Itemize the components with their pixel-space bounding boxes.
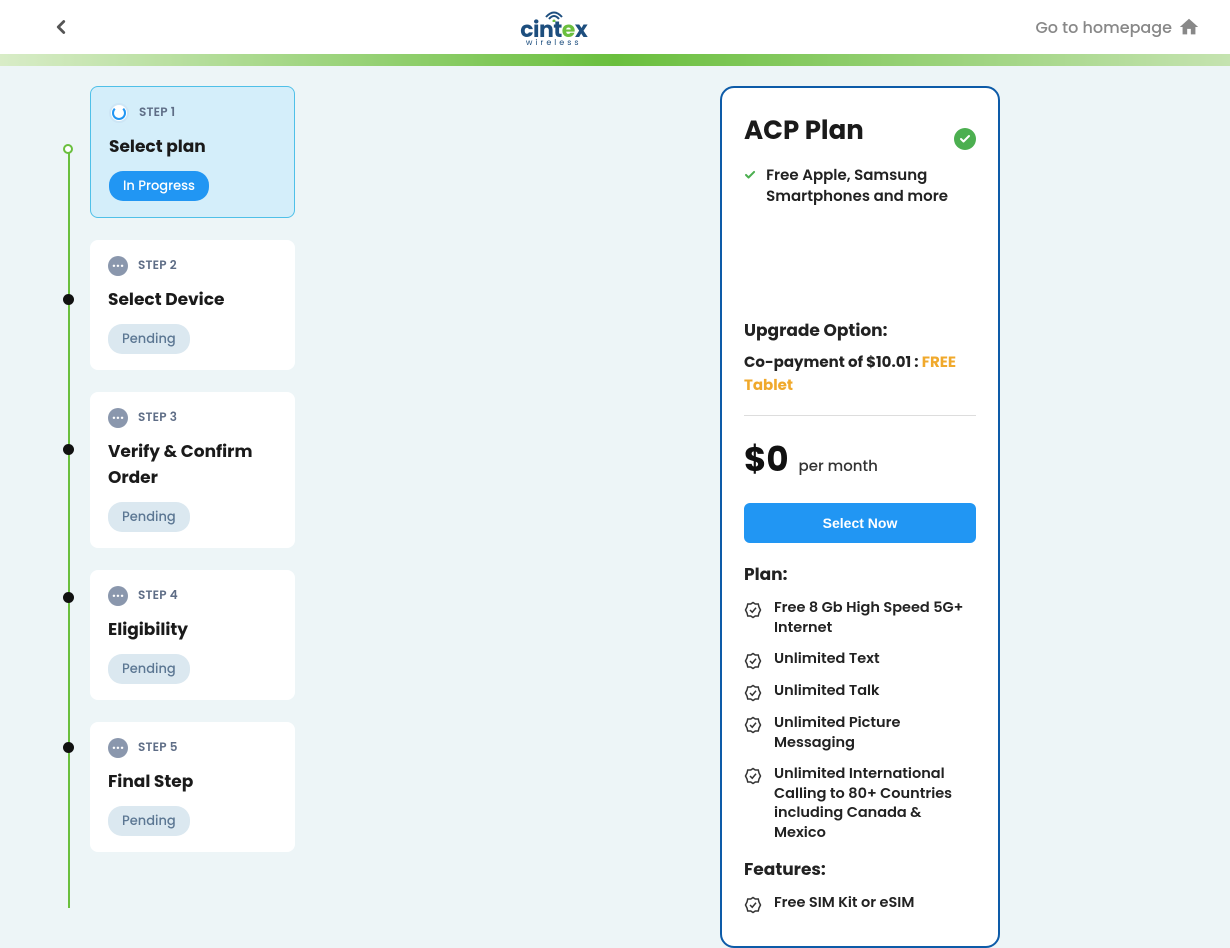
price-row: $0 per month bbox=[744, 434, 976, 485]
copay-text: Co-payment of $10.01 : FREE Tablet bbox=[744, 351, 976, 397]
status-badge: In Progress bbox=[109, 171, 209, 201]
logo: cintex wireless bbox=[520, 8, 587, 47]
list-item-text: Free 8 Gb High Speed 5G+ Internet bbox=[774, 599, 976, 638]
check-icon bbox=[744, 165, 756, 185]
list-item-text: Unlimited International Calling to 80+ C… bbox=[774, 765, 976, 843]
timeline-dot bbox=[63, 144, 73, 154]
dots-icon: ••• bbox=[108, 256, 128, 276]
plan-list-label: Plan: bbox=[744, 561, 976, 587]
list-item: Unlimited Talk bbox=[744, 682, 976, 702]
step-label: STEP 5 bbox=[138, 739, 178, 757]
status-badge: Pending bbox=[108, 324, 190, 354]
step-title: Select plan bbox=[109, 133, 276, 159]
plan-card: ACP Plan Free Apple, Samsung Smartphones… bbox=[720, 86, 1000, 948]
features-label: Features: bbox=[744, 856, 976, 882]
price-suffix: per month bbox=[799, 455, 878, 478]
list-item: Unlimited Picture Messaging bbox=[744, 714, 976, 753]
list-item: Unlimited Text bbox=[744, 650, 976, 670]
step-card-4[interactable]: ••• STEP 4 Eligibility Pending bbox=[90, 570, 295, 700]
copay-prefix: Co-payment of $10.01 : bbox=[744, 352, 922, 373]
divider bbox=[744, 415, 976, 416]
status-badge: Pending bbox=[108, 806, 190, 836]
list-item-text: Unlimited Picture Messaging bbox=[774, 714, 976, 753]
step-card-3[interactable]: ••• STEP 3 Verify & Confirm Order Pendin… bbox=[90, 392, 295, 548]
status-badge: Pending bbox=[108, 502, 190, 532]
accent-bar bbox=[0, 54, 1230, 66]
badge-check-icon bbox=[744, 767, 762, 785]
step-card-5[interactable]: ••• STEP 5 Final Step Pending bbox=[90, 722, 295, 852]
step-label: STEP 2 bbox=[138, 257, 177, 275]
step-title: Eligibility bbox=[108, 616, 277, 642]
header: cintex wireless Go to homepage bbox=[0, 0, 1230, 54]
step-title: Verify & Confirm Order bbox=[108, 438, 277, 490]
step-card-1[interactable]: STEP 1 Select plan In Progress bbox=[90, 86, 295, 218]
homepage-link-label: Go to homepage bbox=[1035, 15, 1172, 40]
step-label: STEP 1 bbox=[139, 104, 175, 122]
content: STEP 1 Select plan In Progress ••• STEP … bbox=[0, 66, 1230, 948]
badge-check-icon bbox=[744, 601, 762, 619]
dots-icon: ••• bbox=[108, 586, 128, 606]
timeline-dot bbox=[63, 592, 74, 603]
step-card-2[interactable]: ••• STEP 2 Select Device Pending bbox=[90, 240, 295, 370]
step-label: STEP 3 bbox=[138, 409, 177, 427]
list-item-text: Free SIM Kit or eSIM bbox=[774, 894, 914, 914]
badge-check-icon bbox=[744, 716, 762, 734]
badge-check-icon bbox=[744, 896, 762, 914]
selected-check-icon bbox=[954, 128, 976, 150]
plan-feature-list: Free 8 Gb High Speed 5G+ Internet Unlimi… bbox=[744, 599, 976, 844]
list-item: Unlimited International Calling to 80+ C… bbox=[744, 765, 976, 843]
badge-check-icon bbox=[744, 652, 762, 670]
dots-icon: ••• bbox=[108, 408, 128, 428]
list-item: Free 8 Gb High Speed 5G+ Internet bbox=[744, 599, 976, 638]
list-item: Free SIM Kit or eSIM bbox=[744, 894, 976, 914]
price: $0 bbox=[744, 434, 789, 485]
features-list: Free SIM Kit or eSIM bbox=[744, 894, 976, 914]
homepage-link[interactable]: Go to homepage bbox=[1035, 15, 1200, 40]
plan-title: ACP Plan bbox=[744, 112, 976, 151]
chevron-left-icon bbox=[50, 16, 72, 38]
timeline-dot bbox=[63, 444, 74, 455]
stepper: STEP 1 Select plan In Progress ••• STEP … bbox=[50, 86, 390, 948]
spinner-icon bbox=[109, 103, 129, 123]
badge-check-icon bbox=[744, 684, 762, 702]
upgrade-label: Upgrade Option: bbox=[744, 317, 976, 343]
back-button[interactable] bbox=[50, 16, 72, 38]
step-title: Final Step bbox=[108, 768, 277, 794]
status-badge: Pending bbox=[108, 654, 190, 684]
logo-subtitle: wireless bbox=[526, 39, 582, 46]
plan-column: ACP Plan Free Apple, Samsung Smartphones… bbox=[720, 86, 1000, 948]
timeline-line bbox=[68, 146, 70, 908]
select-now-button[interactable]: Select Now bbox=[744, 503, 976, 543]
step-label: STEP 4 bbox=[138, 587, 178, 605]
plan-hero-text: Free Apple, Samsung Smartphones and more bbox=[766, 165, 976, 207]
home-icon bbox=[1178, 16, 1200, 38]
dots-icon: ••• bbox=[108, 738, 128, 758]
list-item-text: Unlimited Text bbox=[774, 650, 880, 670]
timeline-dot bbox=[63, 742, 74, 753]
step-title: Select Device bbox=[108, 286, 277, 312]
list-item-text: Unlimited Talk bbox=[774, 682, 880, 702]
timeline-dot bbox=[63, 294, 74, 305]
